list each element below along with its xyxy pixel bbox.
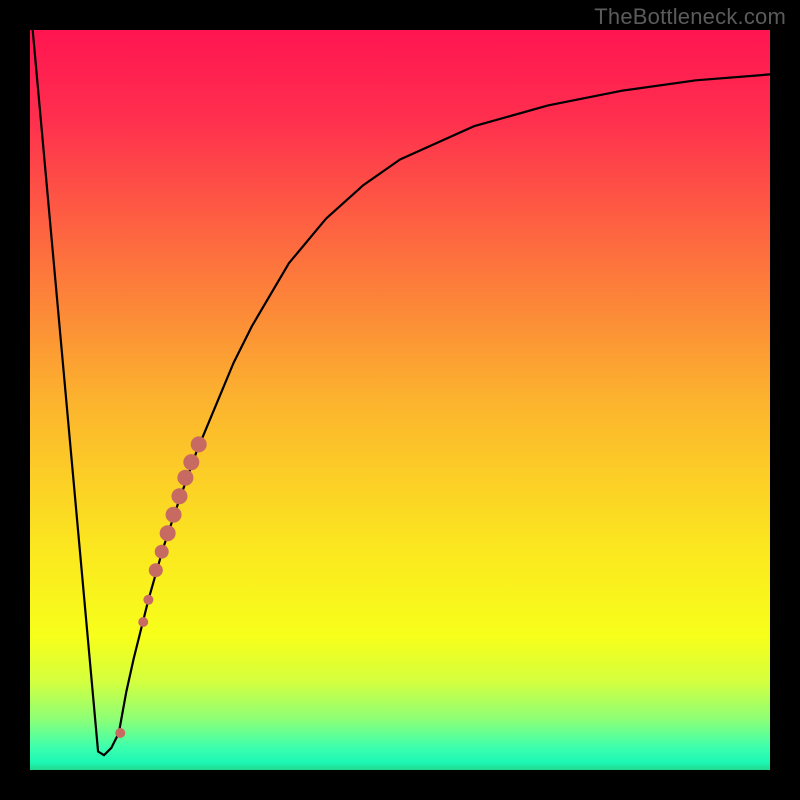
data-marker — [183, 454, 199, 470]
data-marker — [115, 728, 125, 738]
data-marker — [191, 436, 207, 452]
chart-svg — [0, 0, 800, 800]
data-marker — [143, 595, 153, 605]
data-marker — [155, 545, 169, 559]
data-marker — [166, 507, 182, 523]
plot-background — [30, 30, 770, 770]
data-marker — [171, 488, 187, 504]
chart-stage: TheBottleneck.com — [0, 0, 800, 800]
data-marker — [177, 470, 193, 486]
data-marker — [149, 563, 163, 577]
data-marker — [160, 525, 176, 541]
data-marker — [138, 617, 148, 627]
watermark-text: TheBottleneck.com — [594, 4, 786, 30]
